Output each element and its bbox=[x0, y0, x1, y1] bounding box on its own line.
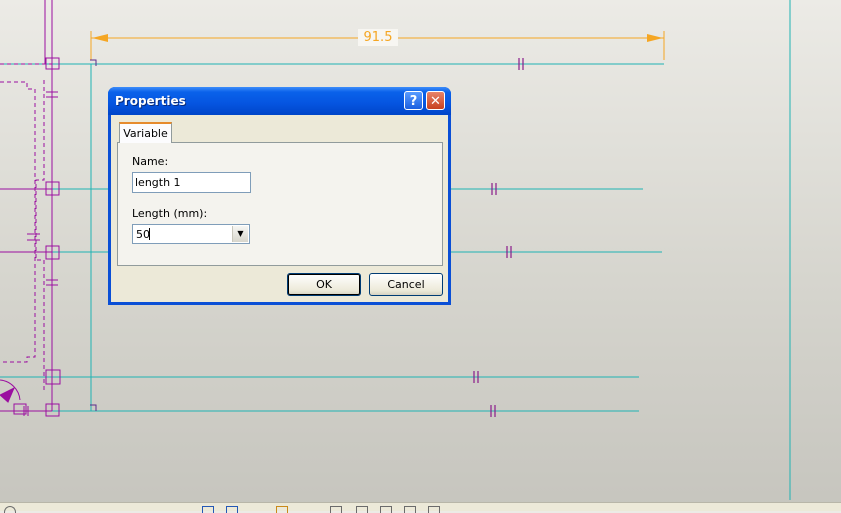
chevron-down-icon: ▼ bbox=[237, 229, 244, 238]
name-field[interactable] bbox=[132, 172, 251, 193]
dimension-value-label[interactable]: 91.5 bbox=[358, 29, 398, 46]
length-label: Length (mm): bbox=[132, 207, 208, 220]
profile-dashed-outline[interactable] bbox=[0, 81, 36, 363]
arc-marker[interactable] bbox=[0, 386, 15, 403]
properties-dialog: Properties ? ✕ Variable Name: Length (mm… bbox=[108, 87, 451, 305]
equal-constraint-icon[interactable] bbox=[27, 233, 40, 241]
tab-variable[interactable]: Variable bbox=[119, 122, 172, 143]
text-caret bbox=[149, 228, 150, 240]
help-button[interactable]: ? bbox=[404, 91, 423, 110]
dialog-title: Properties bbox=[115, 94, 186, 108]
close-button[interactable]: ✕ bbox=[426, 91, 445, 110]
dialog-titlebar[interactable]: Properties ? ✕ bbox=[108, 87, 451, 115]
close-icon: ✕ bbox=[430, 94, 441, 109]
dropdown-button[interactable]: ▼ bbox=[232, 226, 248, 242]
dialog-body: Variable Name: Length (mm): 50 ▼ OK Canc… bbox=[111, 115, 448, 302]
ok-button[interactable]: OK bbox=[287, 273, 361, 296]
name-label: Name: bbox=[132, 155, 169, 168]
help-icon: ? bbox=[409, 94, 418, 109]
cancel-button[interactable]: Cancel bbox=[369, 273, 443, 296]
tab-panel: Name: Length (mm): 50 ▼ bbox=[117, 142, 443, 266]
length-value: 50 bbox=[136, 228, 150, 241]
profile-dashed-inner[interactable] bbox=[35, 80, 45, 390]
length-combobox[interactable]: 50 ▼ bbox=[132, 224, 250, 244]
